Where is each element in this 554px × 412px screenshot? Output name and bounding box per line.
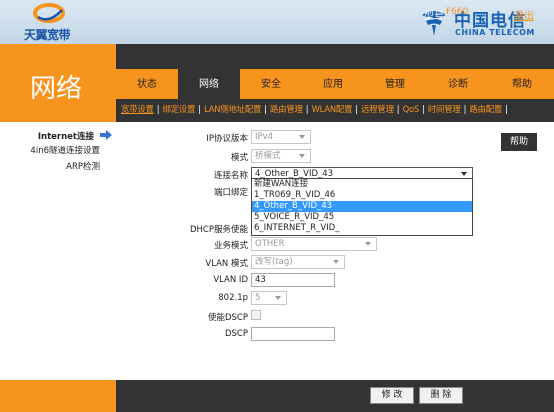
footer-bar bbox=[116, 380, 554, 412]
dhcp-label: DHCP服务使能 bbox=[190, 225, 248, 235]
conn-name-dropdown-list: 新建WAN连接 1_TR069_R_VID_46 4_Other_B_VID_4… bbox=[251, 178, 473, 236]
model-label: 型号: bbox=[424, 11, 448, 22]
dot1p-select[interactable]: 5 bbox=[251, 291, 287, 305]
side-item-internet[interactable]: Internet连接 bbox=[38, 130, 94, 142]
delete-button[interactable]: 删 除 bbox=[419, 387, 463, 404]
section-title: 网络 bbox=[30, 74, 83, 104]
dscp-enable-label: 使能DSCP bbox=[207, 313, 248, 323]
dot1p-value: 5 bbox=[255, 293, 261, 303]
vlan-id-label: VLAN ID bbox=[213, 275, 248, 285]
main-form: IP协议版本 IPv4 模式 桥模式 连接名称 4_Other_B_VID_43… bbox=[116, 122, 496, 380]
help-button[interactable]: 帮助 bbox=[501, 133, 537, 151]
chevron-down-icon bbox=[333, 260, 339, 264]
tab-management[interactable]: 管理 bbox=[364, 69, 426, 99]
conn-option-selected[interactable]: 4_Other_B_VID_43 bbox=[252, 201, 472, 212]
chevron-down-icon bbox=[299, 135, 305, 139]
section-title-box: 网络 bbox=[0, 44, 116, 122]
subtab-lan-address[interactable]: LAN侧地址配置 bbox=[204, 104, 261, 114]
model-value: F660 bbox=[446, 7, 469, 17]
chevron-down-icon bbox=[365, 242, 371, 246]
dscp-enable-checkbox[interactable] bbox=[251, 310, 261, 320]
vlan-id-input[interactable]: 43 bbox=[251, 273, 335, 287]
conn-option[interactable]: 新建WAN连接 bbox=[252, 179, 472, 190]
brand-logo: 天翼宽带 bbox=[24, 2, 80, 42]
tab-help[interactable]: 帮助 bbox=[490, 69, 554, 99]
dscp-input[interactable] bbox=[251, 327, 335, 341]
chevron-down-icon bbox=[461, 172, 467, 176]
subtab-binding-settings[interactable]: 绑定设置 bbox=[163, 104, 196, 114]
side-menu: Internet连接 4in6隧道连接设置 ARP检测 bbox=[0, 122, 116, 380]
logout-link[interactable]: 退出 bbox=[514, 7, 534, 22]
service-mode-value: OTHER bbox=[255, 239, 285, 249]
mode-label: 模式 bbox=[230, 153, 248, 163]
conn-option[interactable]: 5_VOICE_R_VID_45 bbox=[252, 212, 472, 223]
chevron-down-icon bbox=[275, 296, 281, 300]
dot1p-label: 802.1p bbox=[218, 293, 248, 303]
conn-option[interactable]: 1_TR069_R_VID_46 bbox=[252, 190, 472, 201]
ip-version-label: IP协议版本 bbox=[206, 134, 248, 144]
mode-value: 桥模式 bbox=[255, 151, 281, 161]
service-mode-select[interactable]: OTHER bbox=[251, 237, 377, 251]
port-bind-label: 端口绑定 bbox=[213, 188, 248, 198]
tab-security[interactable]: 安全 bbox=[240, 69, 302, 99]
modify-button[interactable]: 修 改 bbox=[370, 387, 414, 404]
conn-option[interactable]: 6_INTERNET_R_VID_ bbox=[252, 223, 472, 234]
tab-diagnosis[interactable]: 诊断 bbox=[426, 69, 490, 99]
vlan-mode-label: VLAN 模式 bbox=[205, 259, 248, 269]
tab-status[interactable]: 状态 bbox=[116, 69, 178, 99]
tab-application[interactable]: 应用 bbox=[302, 69, 364, 99]
mode-select[interactable]: 桥模式 bbox=[251, 149, 311, 163]
subtab-time-management[interactable]: 时间管理 bbox=[428, 104, 461, 114]
subtab-qos[interactable]: QoS bbox=[403, 104, 420, 114]
vlan-mode-select[interactable]: 改写(tag) bbox=[251, 255, 345, 269]
tab-network[interactable]: 网络 bbox=[178, 69, 240, 99]
chevron-down-icon bbox=[299, 154, 305, 158]
navigation: 网络 状态 网络 安全 应用 管理 诊断 帮助 宽带设置 | 绑定设置 | LAN侧地址… bbox=[0, 44, 554, 122]
swirl-logo-icon bbox=[33, 3, 65, 23]
subtab-route-management[interactable]: 路由管理 bbox=[270, 104, 303, 114]
side-item-4in6-tunnel[interactable]: 4in6隧道连接设置 bbox=[30, 144, 100, 156]
header-bar: 天翼宽带 中国电信 CHINA TELECOM bbox=[0, 0, 554, 44]
vlan-mode-value: 改写(tag) bbox=[255, 257, 293, 267]
arrow-right-icon bbox=[100, 130, 112, 140]
top-info-bar bbox=[116, 44, 554, 69]
dscp-label: DSCP bbox=[224, 329, 248, 339]
footer-left bbox=[0, 380, 116, 412]
subtab-remote-management[interactable]: 远程管理 bbox=[361, 104, 394, 114]
service-mode-label: 业务模式 bbox=[213, 241, 248, 251]
subtab-wlan-config[interactable]: WLAN配置 bbox=[312, 104, 353, 114]
side-item-arp-detection[interactable]: ARP检测 bbox=[66, 160, 100, 172]
conn-name-label: 连接名称 bbox=[213, 171, 248, 181]
subtab-route-config[interactable]: 路由配置 bbox=[469, 104, 502, 114]
main-tabs: 状态 网络 安全 应用 管理 诊断 帮助 bbox=[116, 69, 554, 99]
subtab-broadband-settings[interactable]: 宽带设置 bbox=[121, 104, 154, 114]
sub-tabs: 宽带设置 | 绑定设置 | LAN侧地址配置 | 路由管理 | WLAN配置 | 远程管理 | QoS |… bbox=[116, 99, 554, 122]
ip-version-value: IPv4 bbox=[255, 132, 274, 142]
telecom-name-en: CHINA TELECOM bbox=[455, 28, 535, 37]
brand-name: 天翼宽带 bbox=[24, 28, 71, 42]
ip-version-select[interactable]: IPv4 bbox=[251, 130, 311, 144]
